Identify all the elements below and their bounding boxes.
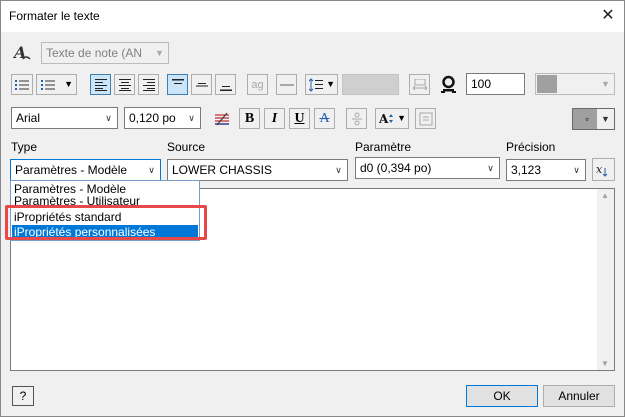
list-item[interactable]: Paramètres - Modèle: [12, 182, 198, 196]
help-icon: ?: [19, 389, 27, 403]
text-color-button[interactable]: [210, 108, 234, 129]
chevron-down-icon: ∨: [148, 165, 155, 175]
svg-text:A: A: [13, 43, 26, 62]
valign-bottom-button[interactable]: [215, 74, 236, 95]
line-button[interactable]: [276, 74, 297, 95]
valign-middle-icon: [195, 82, 208, 86]
precision-label: Précision: [506, 140, 556, 154]
chevron-down-icon: ∨: [573, 165, 580, 175]
type-select[interactable]: Paramètres - Modèle ∨: [10, 159, 161, 181]
italic-label: I: [271, 110, 278, 126]
align-right-icon: [142, 78, 155, 91]
layer-color-icon: [215, 112, 229, 125]
valign-bottom-icon: [219, 85, 232, 91]
numbered-list-button[interactable]: ▼: [36, 74, 77, 95]
precision-value: 3,123: [511, 163, 542, 177]
text-style-icon: A: [13, 43, 33, 63]
bold-button[interactable]: B: [239, 108, 260, 129]
line-spacing-icon: [309, 77, 323, 92]
symbol-button[interactable]: [415, 108, 436, 129]
align-center-button[interactable]: [114, 74, 135, 95]
chevron-down-icon: ▼: [64, 79, 73, 89]
line-color-select[interactable]: ▼: [535, 73, 615, 95]
bullet-list-icon: [15, 79, 29, 90]
parameter-select[interactable]: d0 (0,394 po) ∨: [355, 157, 500, 179]
annotation-highlight: [5, 205, 207, 240]
underline-label: U: [294, 110, 305, 126]
function-icon: x: [596, 163, 607, 177]
italic-button[interactable]: I: [264, 108, 285, 129]
width-scale-button[interactable]: [409, 74, 430, 95]
type-value: Paramètres - Modèle: [15, 163, 128, 177]
strikethrough-button[interactable]: A: [314, 108, 335, 129]
svg-text:A: A: [379, 112, 389, 126]
type-label: Type: [11, 140, 38, 154]
font-size-select[interactable]: 0,120 po ∨: [124, 107, 201, 129]
strikethrough-label: A: [319, 110, 330, 126]
font-select[interactable]: Arial ∨: [11, 107, 118, 129]
ok-button[interactable]: OK: [466, 385, 538, 407]
rotation-icon: [438, 74, 459, 95]
title-bar: Formater le texte ✕: [1, 1, 624, 32]
help-button[interactable]: ?: [12, 386, 34, 406]
line-spacing-button[interactable]: ▼: [305, 74, 338, 95]
chevron-down-icon: ∨: [188, 113, 195, 123]
source-select[interactable]: LOWER CHASSIS ∨: [167, 159, 348, 181]
chevron-down-icon: ▼: [597, 109, 614, 129]
bold-label: B: [244, 110, 255, 126]
align-left-icon: [94, 78, 107, 91]
text-style-select[interactable]: Texte de note (AN ▼: [41, 42, 169, 64]
stack-text-icon: ag: [251, 78, 264, 91]
chevron-down-icon: ∨: [487, 163, 494, 173]
fraction-icon: [351, 112, 362, 125]
align-center-icon: [118, 78, 131, 91]
chevron-down-icon: ▼: [601, 79, 610, 89]
chevron-down-icon: ▼: [155, 48, 164, 58]
align-right-button[interactable]: [138, 74, 159, 95]
cancel-button[interactable]: Annuler: [543, 385, 615, 407]
dialog-title: Formater le texte: [9, 9, 100, 23]
close-icon[interactable]: ✕: [595, 4, 621, 28]
cancel-label: Annuler: [558, 389, 600, 403]
font-size-value: 0,120 po: [129, 111, 176, 125]
text-color-select[interactable]: ◦ ▼: [572, 108, 615, 130]
valign-top-icon: [171, 78, 184, 84]
chevron-down-icon: ∨: [335, 165, 342, 175]
parameter-value: d0 (0,394 po): [360, 161, 432, 175]
text-case-icon: A: [379, 112, 393, 126]
source-value: LOWER CHASSIS: [172, 163, 273, 177]
underline-button[interactable]: U: [289, 108, 310, 129]
stack-fraction-button[interactable]: [346, 108, 367, 129]
chevron-down-icon: ▼: [397, 113, 406, 123]
source-label: Source: [167, 140, 206, 154]
scroll-down-icon[interactable]: ▼: [601, 359, 609, 368]
bullet-list-button[interactable]: [11, 74, 33, 95]
valign-top-button[interactable]: [167, 74, 188, 95]
chevron-down-icon: ▼: [326, 79, 335, 89]
spacing-field-disabled: [342, 74, 399, 95]
line-spacing-value: 100: [471, 77, 492, 91]
width-scale-icon: [412, 78, 427, 90]
text-style-value: Texte de note (AN: [46, 46, 143, 60]
symbol-icon: [419, 112, 432, 125]
text-case-button[interactable]: A ▼: [375, 108, 409, 129]
line-icon: [279, 83, 294, 86]
text-color-value: ◦: [585, 112, 590, 126]
line-spacing-input[interactable]: 100: [466, 73, 525, 95]
vertical-scrollbar[interactable]: ▲ ▼: [597, 189, 614, 370]
insert-parameter-button[interactable]: x: [592, 158, 615, 181]
scroll-up-icon[interactable]: ▲: [601, 191, 609, 200]
align-left-button[interactable]: [90, 74, 111, 95]
parameter-label: Paramètre: [355, 140, 412, 154]
valign-middle-button[interactable]: [191, 74, 212, 95]
chevron-down-icon: ∨: [105, 113, 112, 123]
precision-select[interactable]: 3,123 ∨: [506, 159, 586, 181]
line-color-swatch: [537, 75, 557, 93]
svg-text:x: x: [596, 163, 603, 176]
numbered-list-icon: [41, 79, 55, 90]
stacking-button[interactable]: ag: [247, 74, 268, 95]
font-value: Arial: [16, 111, 41, 125]
format-text-dialog: Formater le texte ✕ A Texte de note (AN …: [0, 0, 625, 417]
ok-label: OK: [493, 389, 511, 403]
